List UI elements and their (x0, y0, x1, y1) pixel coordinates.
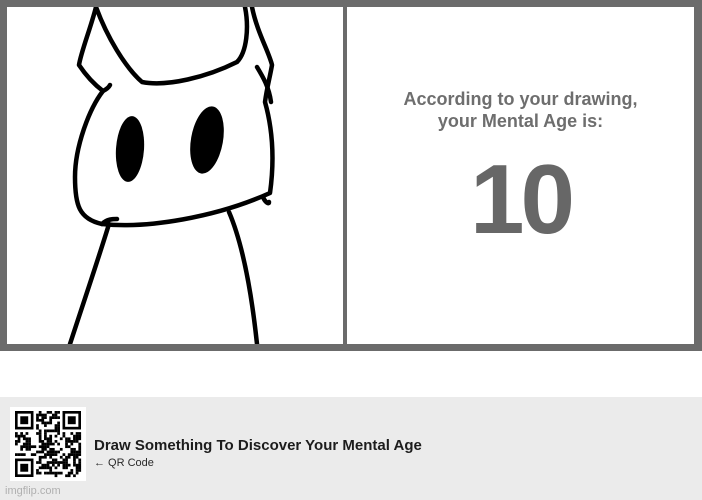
result-panel: According to your drawing, your Mental A… (347, 7, 694, 344)
result-heading-line1: According to your drawing, (403, 89, 638, 109)
qr-code-hint: ← QR Code (94, 457, 154, 469)
imgflip-watermark: imgflip.com (5, 485, 61, 497)
result-heading-line2: your Mental Age is: (437, 111, 604, 131)
result-heading: According to your drawing, your Mental A… (347, 88, 694, 132)
template-footer: Draw Something To Discover Your Mental A… (0, 397, 702, 500)
mental-age-value: 10 (469, 144, 575, 254)
template-title[interactable]: Draw Something To Discover Your Mental A… (94, 437, 422, 454)
drawing-panel (7, 7, 343, 344)
qr-code-icon[interactable] (10, 407, 86, 481)
meme-frame: According to your drawing, your Mental A… (0, 0, 702, 351)
cat-doodle-drawing (67, 7, 275, 344)
